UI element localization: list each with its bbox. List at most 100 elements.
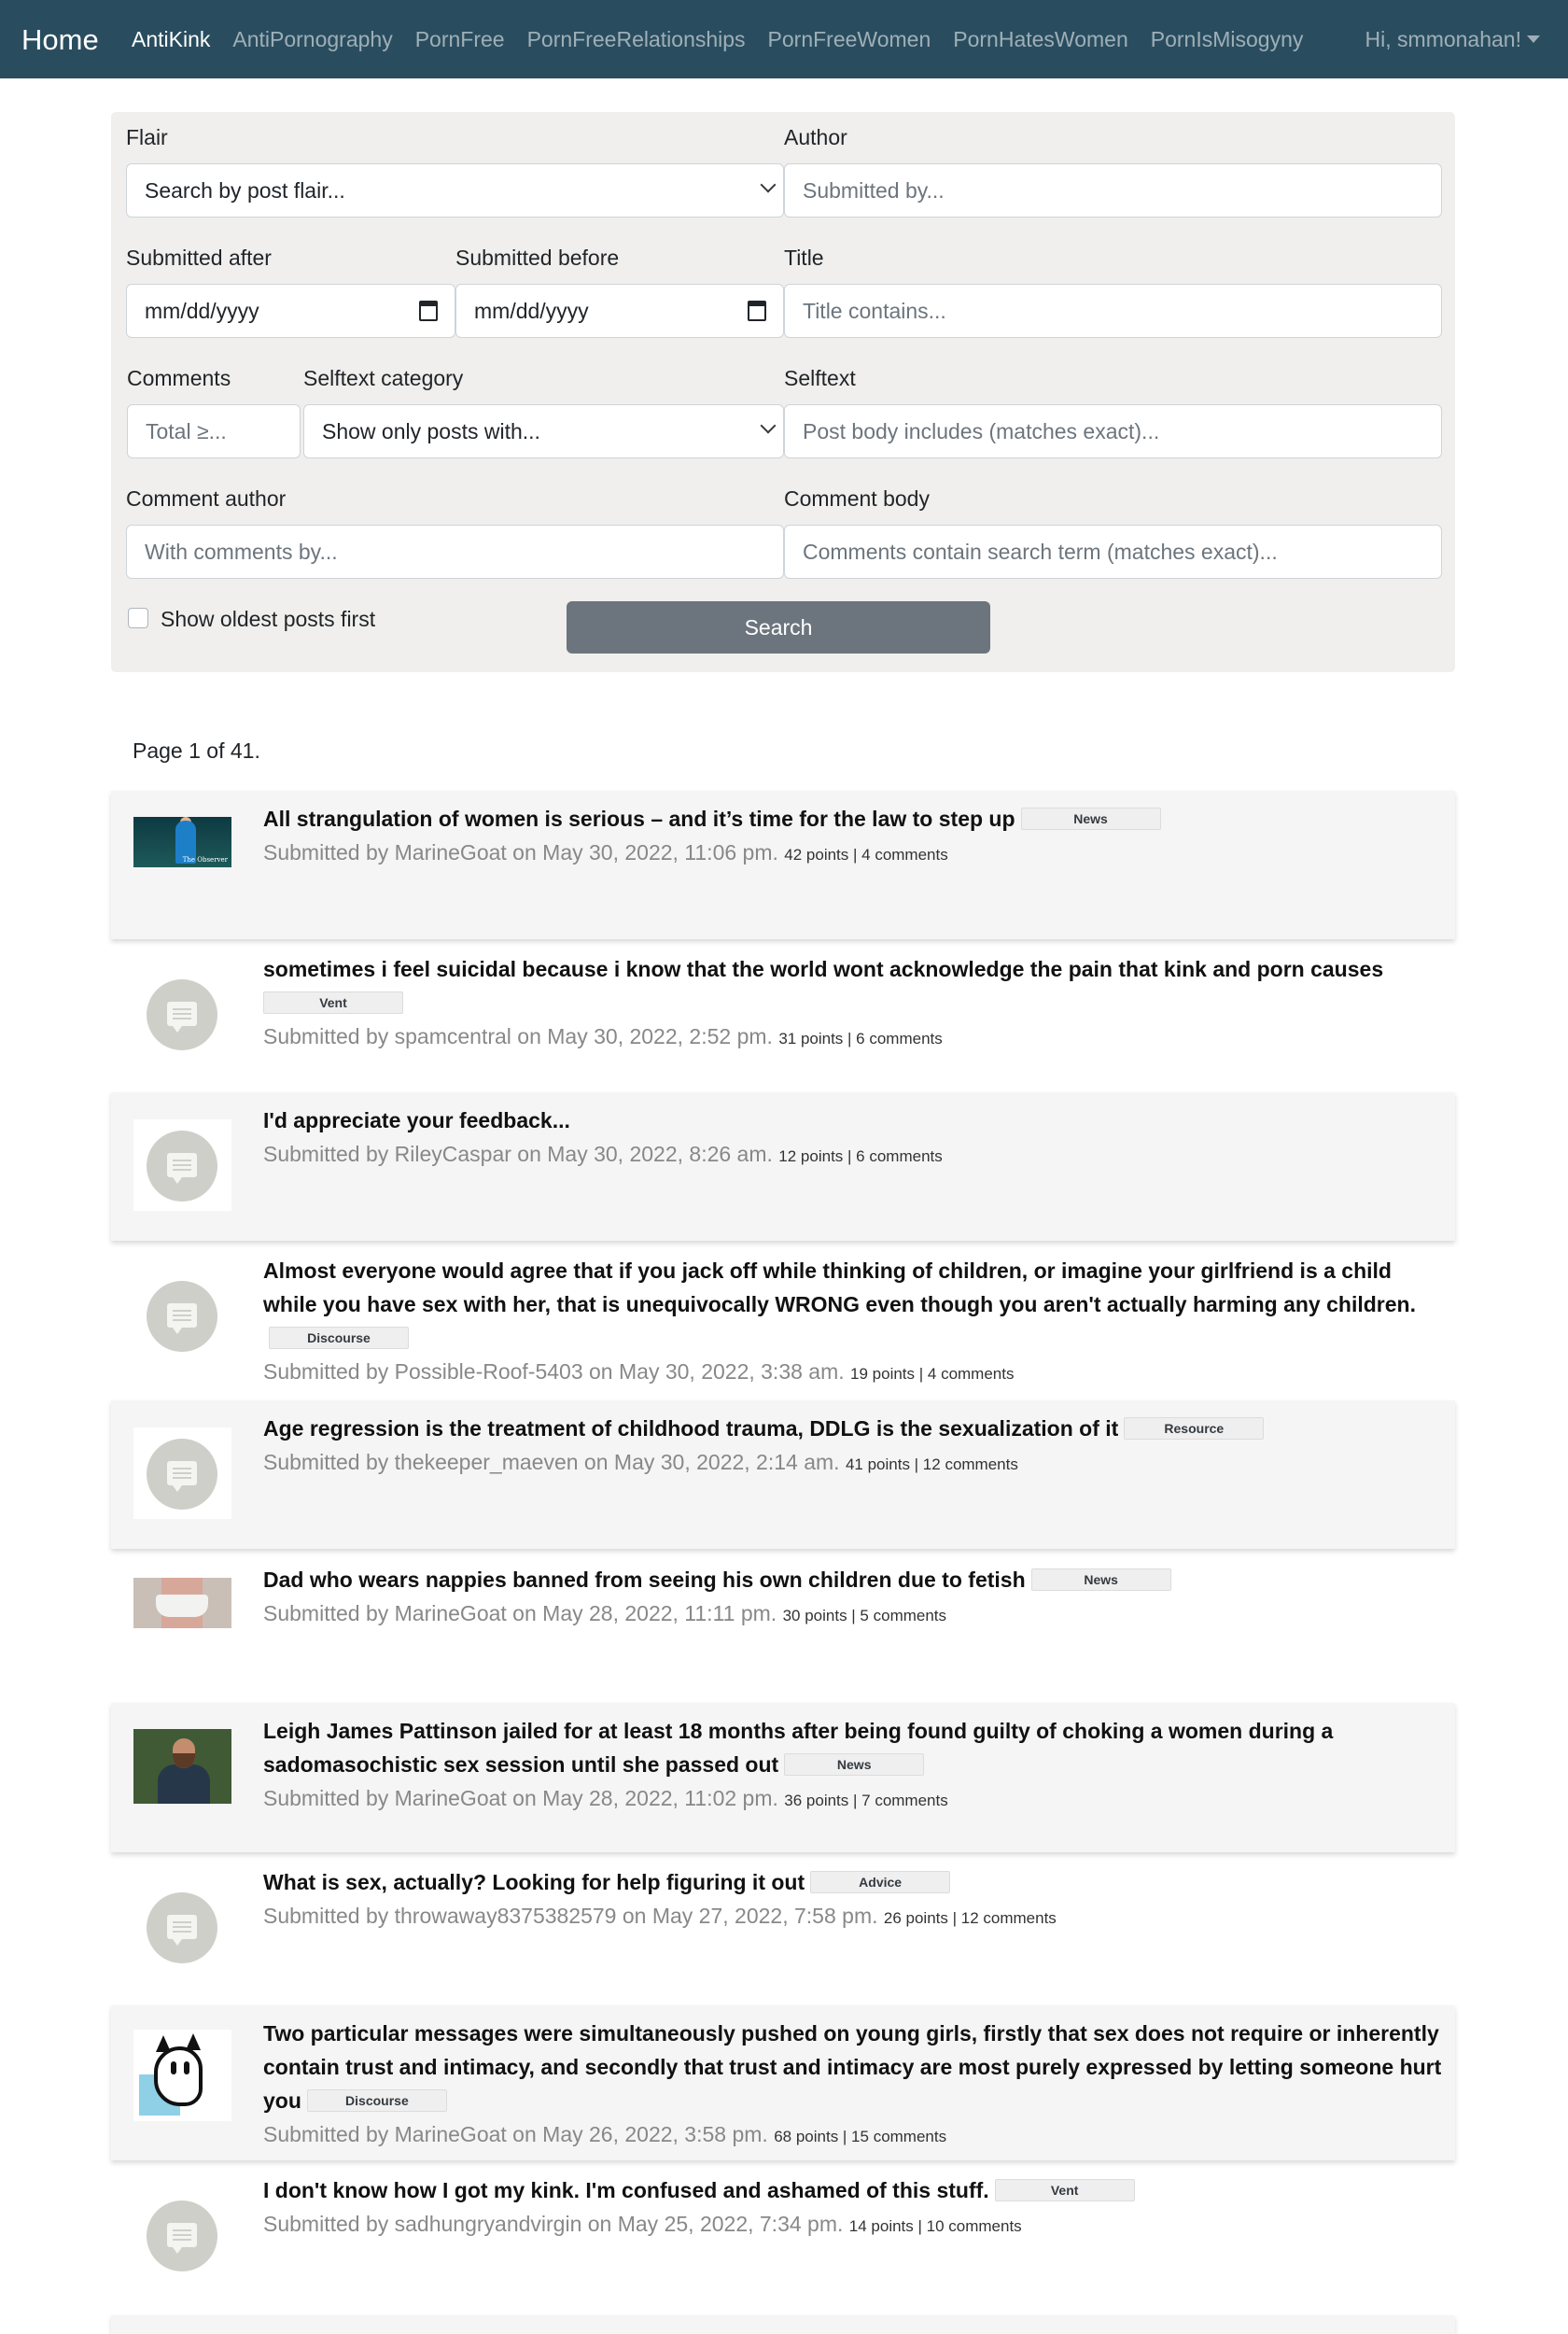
post-stats[interactable]: 42 points | 4 comments <box>784 846 947 864</box>
post-title[interactable]: Dad who wears nappies banned from seeing… <box>263 1568 1026 1592</box>
post-stats[interactable]: 19 points | 4 comments <box>850 1365 1014 1383</box>
flair-label: Flair <box>126 125 168 149</box>
post-submitted: Submitted by MarineGoat on May 30, 2022,… <box>263 840 778 865</box>
nav-link-pornfreerelationships[interactable]: PornFreeRelationships <box>527 24 746 54</box>
post-body: sometimes i feel suicidal because i know… <box>263 952 1446 1056</box>
thumbnail-detail <box>154 2046 203 2106</box>
post-title[interactable]: Age regression is the treatment of child… <box>263 1416 1118 1441</box>
thumbnail-detail <box>184 2061 189 2074</box>
thumbnail-detail <box>186 2033 201 2050</box>
selftext-category-value: Show only posts with... <box>322 419 540 443</box>
home-link[interactable]: Home <box>21 22 99 58</box>
speech-bubble-icon <box>167 1002 197 1033</box>
post-submitted: Submitted by throwaway8375382579 on May … <box>263 1904 878 1928</box>
post-flair: Discourse <box>269 1327 409 1349</box>
post-stats[interactable]: 30 points | 5 comments <box>783 1607 946 1624</box>
chevron-down-icon <box>760 417 777 434</box>
calendar-icon[interactable] <box>748 301 766 321</box>
pagination-info: Page 1 of 41. <box>133 738 260 763</box>
post-title[interactable]: What is sex, actually? Looking for help … <box>263 1870 805 1894</box>
speech-bubble-icon <box>167 1153 197 1184</box>
post-body: I'd appreciate your feedback... Submitte… <box>263 1104 1446 1174</box>
title-label: Title <box>784 246 824 270</box>
author-input[interactable]: Submitted by... <box>784 163 1442 218</box>
post-submitted: Submitted by sadhungryandvirgin on May 2… <box>263 2212 844 2236</box>
post-title[interactable]: All strangulation of women is serious – … <box>263 807 1015 831</box>
comment-body-input[interactable]: Comments contain search term (matches ex… <box>784 525 1442 579</box>
post-row: Dad who wears nappies banned from seeing… <box>111 1552 1455 1700</box>
user-menu-dropdown[interactable]: Hi, smmonahan! <box>1365 24 1540 54</box>
selftext-label: Selftext <box>784 366 856 390</box>
nav-link-pornfree[interactable]: PornFree <box>415 24 505 54</box>
speech-bubble-icon <box>167 2223 197 2254</box>
calendar-icon[interactable] <box>419 301 438 321</box>
selftext-input[interactable]: Post body includes (matches exact)... <box>784 404 1442 458</box>
submitted-after-value: mm/dd/yyyy <box>145 299 259 323</box>
post-submitted: Submitted by MarineGoat on May 28, 2022,… <box>263 1786 778 1810</box>
nav-link-pornfreewomen[interactable]: PornFreeWomen <box>768 24 931 54</box>
self-post-icon[interactable] <box>133 968 231 1060</box>
thumbnail-circle <box>147 1131 217 1202</box>
post-body: All strangulation of women is serious – … <box>263 802 1446 872</box>
search-button[interactable]: Search <box>567 601 990 654</box>
post-row: Age regression is the treatment of child… <box>111 1400 1455 1549</box>
thumbnail-circle <box>147 1281 217 1352</box>
comment-author-input[interactable]: With comments by... <box>126 525 784 579</box>
post-stats[interactable]: 26 points | 12 comments <box>884 1909 1057 1927</box>
post-row: Leigh James Pattinson jailed for at leas… <box>111 1703 1455 1852</box>
post-stats[interactable]: 12 points | 6 comments <box>778 1147 942 1165</box>
photo-observer-icon[interactable]: The Observer <box>133 817 231 867</box>
post-stats[interactable]: 31 points | 6 comments <box>778 1030 942 1047</box>
post-body: Two particular messages were simultaneou… <box>263 2017 1446 2154</box>
post-flair: News <box>1030 1568 1171 1591</box>
post-submitted: Submitted by spamcentral on May 30, 2022… <box>263 1024 773 1048</box>
nav-link-antikink[interactable]: AntiKink <box>132 24 210 54</box>
nav-link-pornismisogyny[interactable]: PornIsMisogyny <box>1151 24 1304 54</box>
post-stats[interactable]: 14 points | 10 comments <box>849 2217 1022 2235</box>
post-submitted: Submitted by RileyCaspar on May 30, 2022… <box>263 1142 773 1166</box>
selftext-category-select[interactable]: Show only posts with... <box>303 404 784 458</box>
self-post-icon[interactable] <box>133 1881 231 1973</box>
post-title[interactable]: Almost everyone would agree that if you … <box>263 1258 1416 1316</box>
post-stats[interactable]: 68 points | 15 comments <box>774 2128 946 2145</box>
self-post-icon[interactable] <box>133 1119 231 1211</box>
photo-man-icon[interactable] <box>133 1729 231 1804</box>
nav-link-pornhateswomen[interactable]: PornHatesWomen <box>953 24 1128 54</box>
speech-bubble-icon <box>167 1303 197 1334</box>
self-post-icon[interactable] <box>133 1270 231 1361</box>
subreddit-nav: AntiKink AntiPornography PornFree PornFr… <box>132 24 1325 54</box>
user-greeting: Hi, smmonahan! <box>1365 27 1521 51</box>
photo-cat-icon[interactable] <box>133 2030 231 2121</box>
post-title[interactable]: sometimes i feel suicidal because i know… <box>263 957 1383 981</box>
nav-link-antipornography[interactable]: AntiPornography <box>232 24 392 54</box>
self-post-icon[interactable] <box>133 2189 231 2281</box>
title-input[interactable]: Title contains... <box>784 284 1442 338</box>
thumbnail-caption: The Observer <box>182 856 228 864</box>
post-body: Leigh James Pattinson jailed for at leas… <box>263 1714 1446 1818</box>
post-stats[interactable]: 41 points | 12 comments <box>846 1455 1018 1473</box>
post-title[interactable]: I'd appreciate your feedback... <box>263 1108 570 1132</box>
post-row: I'd appreciate your feedback... Submitte… <box>111 1092 1455 1241</box>
post-submitted: Submitted by thekeeper_maeven on May 30,… <box>263 1450 840 1474</box>
post-submitted: Submitted by MarineGoat on May 26, 2022,… <box>263 2122 768 2146</box>
self-post-icon[interactable] <box>133 1427 231 1519</box>
oldest-first-label[interactable]: Show oldest posts first <box>161 605 375 633</box>
submitted-before-date[interactable]: mm/dd/yyyy <box>455 284 784 338</box>
post-title[interactable]: I don't know how I got my kink. I'm conf… <box>263 2178 989 2202</box>
post-row: What is sex, actually? Looking for help … <box>111 1854 1455 2004</box>
submitted-before-value: mm/dd/yyyy <box>474 299 589 323</box>
post-stats[interactable]: 36 points | 7 comments <box>784 1792 947 1809</box>
comments-min-input[interactable]: Total ≥... <box>127 404 301 458</box>
post-body: Dad who wears nappies banned from seeing… <box>263 1563 1446 1633</box>
post-flair: News <box>1020 808 1161 830</box>
post-flair: Vent <box>994 2179 1135 2201</box>
post-row: Almost everyone would agree that if you … <box>111 1243 1455 1399</box>
flair-select[interactable]: Search by post flair... <box>126 163 784 218</box>
post-body: I don't know how I got my kink. I'm conf… <box>263 2173 1446 2243</box>
post-flair: Vent <box>263 991 403 1014</box>
submitted-after-date[interactable]: mm/dd/yyyy <box>126 284 455 338</box>
post-flair: Discourse <box>306 2089 447 2112</box>
submitted-after-label: Submitted after <box>126 246 272 270</box>
photo-nappy-icon[interactable] <box>133 1578 231 1628</box>
oldest-first-checkbox[interactable] <box>128 608 148 628</box>
